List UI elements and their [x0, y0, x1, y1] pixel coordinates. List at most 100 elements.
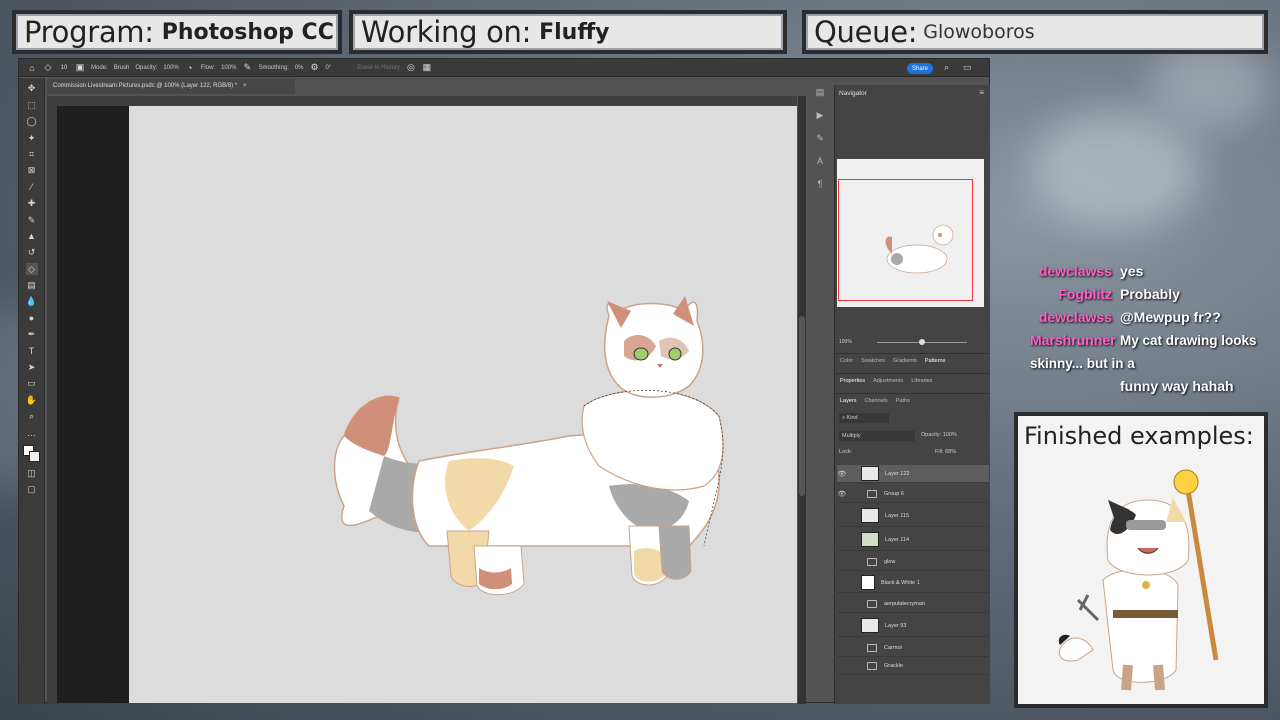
- color-swatches[interactable]: [22, 444, 41, 463]
- symmetry-icon[interactable]: ▦: [422, 62, 432, 73]
- zoom-tool-icon[interactable]: ⌕: [26, 410, 38, 422]
- tab-channels[interactable]: Channels: [865, 398, 888, 404]
- layer-row[interactable]: 👁 Group 6: [837, 485, 989, 503]
- search-icon[interactable]: ⌕: [944, 62, 949, 73]
- layer-row[interactable]: 👁 Layer 122: [837, 465, 989, 483]
- hand-tool-icon[interactable]: ✋: [26, 394, 38, 406]
- smoothing-field[interactable]: 0%: [295, 65, 304, 71]
- tab-paths[interactable]: Paths: [896, 398, 910, 404]
- tab-libraries[interactable]: Libraries: [911, 378, 932, 384]
- brush-size-picker[interactable]: 10: [59, 63, 69, 73]
- chat-overlay: dewclawss yes Fogblitz Probably dewclawss @…: [1030, 260, 1280, 398]
- flow-label: Flow:: [200, 64, 216, 71]
- navigator-zoom-value[interactable]: 100%: [839, 339, 852, 345]
- layer-name: Layer 93: [885, 622, 907, 629]
- chat-text: @Mewpup fr??: [1120, 309, 1221, 325]
- layer-row[interactable]: Grackle: [837, 657, 989, 675]
- adjustment-icon: [861, 575, 875, 590]
- blur-tool-icon[interactable]: 💧: [26, 295, 38, 307]
- quick-mask-icon[interactable]: ◫: [26, 467, 38, 479]
- shape-tool-icon[interactable]: ▭: [26, 377, 38, 389]
- history-brush-icon[interactable]: ↺: [26, 246, 38, 258]
- document-tab[interactable]: Commission Livestream Pictures.psdc @ 10…: [47, 79, 295, 94]
- pressure-opacity-icon[interactable]: ◔: [185, 63, 195, 73]
- layer-filter-kind[interactable]: ⌕ Kind: [839, 413, 889, 423]
- folder-icon: [867, 599, 877, 608]
- navigator-zoom-slider[interactable]: [877, 339, 967, 345]
- stamp-tool-icon[interactable]: ▲: [26, 230, 38, 242]
- brush-settings-icon[interactable]: ▣: [75, 62, 85, 73]
- brushes-icon[interactable]: ✎: [815, 133, 825, 143]
- opacity-field[interactable]: 100%: [163, 65, 178, 71]
- eye-icon[interactable]: 👁: [837, 490, 847, 498]
- screen-mode-icon[interactable]: ▢: [26, 483, 38, 495]
- share-button[interactable]: Share: [907, 63, 933, 74]
- layer-name: Group 6: [884, 490, 904, 497]
- blend-mode-select[interactable]: Multiply: [839, 431, 915, 441]
- tab-layers[interactable]: Layers: [840, 398, 857, 404]
- gradient-tool-icon[interactable]: ▤: [26, 279, 38, 291]
- pen-tool-icon[interactable]: ✒: [26, 328, 38, 340]
- queue-label: Queue:: [814, 15, 918, 49]
- angle-field[interactable]: 0°: [325, 65, 331, 71]
- paragraph-icon[interactable]: ¶: [815, 179, 825, 189]
- mode-select[interactable]: Brush: [114, 65, 130, 71]
- layer-row[interactable]: Layer 114: [837, 529, 989, 551]
- lock-label: Lock:: [839, 449, 853, 455]
- tab-gradients[interactable]: Gradients: [893, 358, 917, 364]
- tab-patterns[interactable]: Patterns: [925, 358, 945, 364]
- flow-field[interactable]: 100%: [221, 65, 236, 71]
- pressure-size-icon[interactable]: ◎: [406, 62, 416, 73]
- frame-tool-icon[interactable]: ⊠: [26, 164, 38, 176]
- eraser-tool-icon[interactable]: ◇: [43, 62, 53, 73]
- magic-wand-icon[interactable]: ✦: [26, 132, 38, 144]
- tab-color[interactable]: Color: [840, 358, 853, 364]
- close-icon[interactable]: ×: [243, 83, 247, 89]
- type-tool-icon[interactable]: T: [26, 345, 38, 357]
- more-tools-icon[interactable]: …: [26, 427, 38, 439]
- vertical-scrollbar[interactable]: [798, 96, 806, 704]
- layer-row[interactable]: Black & White 1: [837, 573, 989, 593]
- character-icon[interactable]: A: [815, 156, 825, 166]
- actions-icon[interactable]: ▶: [815, 110, 825, 120]
- navigator-preview[interactable]: [837, 159, 984, 307]
- dodge-tool-icon[interactable]: ●: [26, 312, 38, 324]
- layer-thumbnail: [861, 466, 879, 481]
- healing-brush-icon[interactable]: ✚: [26, 197, 38, 209]
- chat-message: Fogblitz Probably: [1030, 283, 1280, 306]
- airbrush-icon[interactable]: ✎: [242, 62, 252, 73]
- eyedropper-icon[interactable]: ⁄: [26, 181, 38, 193]
- layer-name: Layer 115: [885, 512, 910, 519]
- panel-menu-icon[interactable]: ≡: [979, 88, 984, 97]
- path-select-icon[interactable]: ➤: [26, 361, 38, 373]
- layer-row[interactable]: Carmol: [837, 639, 989, 657]
- tab-adjustments[interactable]: Adjustments: [873, 378, 903, 384]
- eye-icon[interactable]: 👁: [837, 470, 847, 478]
- layer-fill[interactable]: Fill: 68%: [935, 449, 956, 455]
- layer-row[interactable]: glow: [837, 553, 989, 571]
- layer-opacity[interactable]: Opacity: 100%: [921, 432, 957, 438]
- lasso-tool-icon[interactable]: ◯: [26, 115, 38, 127]
- gear-icon[interactable]: ⚙: [309, 62, 319, 73]
- move-tool-icon[interactable]: ✥: [26, 82, 38, 94]
- right-panels: Navigator ≡ 100% Color Swatches Gradient…: [834, 85, 990, 704]
- working-label: Working on:: [361, 15, 532, 49]
- photoshop-window: ⌂ ◇ 10 ▣ Mode: Brush Opacity: 100% ◔ Flo…: [18, 58, 990, 704]
- layer-row[interactable]: Layer 115: [837, 505, 989, 527]
- home-icon[interactable]: ⌂: [27, 63, 37, 73]
- tab-swatches[interactable]: Swatches: [861, 358, 885, 364]
- layer-row[interactable]: aerpulatecryman: [837, 595, 989, 613]
- layer-row[interactable]: Layer 93: [837, 615, 989, 637]
- history-icon[interactable]: ▤: [815, 87, 825, 97]
- crop-tool-icon[interactable]: ⌗: [26, 148, 38, 160]
- navigator-title[interactable]: Navigator: [835, 85, 990, 102]
- artboard-canvas[interactable]: [129, 106, 797, 703]
- eraser-tool-icon[interactable]: ◇: [25, 262, 38, 275]
- brush-tool-icon[interactable]: ✎: [26, 214, 38, 226]
- tab-properties[interactable]: Properties: [840, 378, 865, 384]
- workspace-icon[interactable]: ▭: [963, 62, 972, 73]
- chat-message: dewclawss @Mewpup fr??: [1030, 306, 1280, 329]
- erase-history-checkbox[interactable]: Erase to History: [357, 65, 400, 71]
- chat-username: Marshrunner: [1030, 332, 1116, 348]
- marquee-tool-icon[interactable]: ⬚: [26, 99, 38, 111]
